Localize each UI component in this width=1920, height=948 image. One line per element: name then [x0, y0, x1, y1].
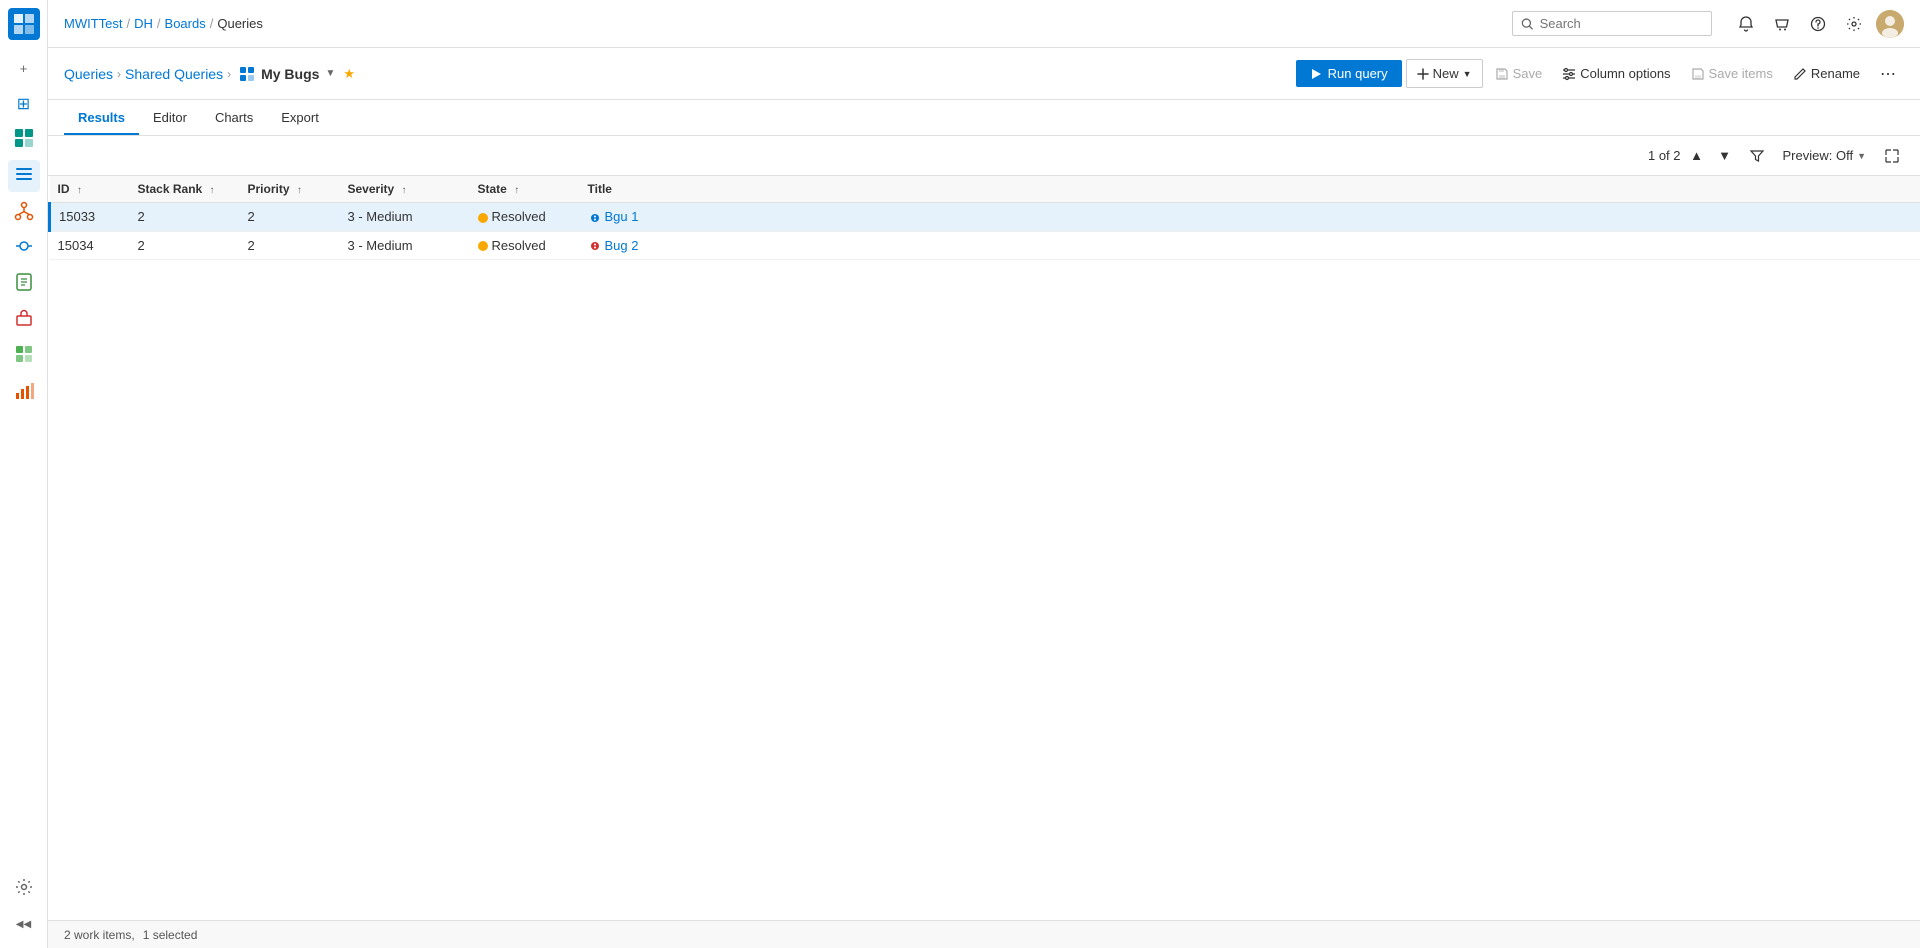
- sidebar-item-overview[interactable]: ⊞: [8, 88, 40, 120]
- help-button[interactable]: [1804, 10, 1832, 38]
- save-items-icon: [1691, 67, 1705, 81]
- breadcrumb-queries: Queries: [217, 16, 263, 31]
- filter-button[interactable]: [1745, 144, 1769, 168]
- cell-state: Resolved: [470, 203, 580, 232]
- sidebar-item-settings[interactable]: [8, 872, 40, 904]
- sidebar-item-analytics[interactable]: [8, 376, 40, 408]
- cell-severity: 3 - Medium: [340, 203, 470, 232]
- rename-icon: [1793, 67, 1807, 81]
- notifications-button[interactable]: [1732, 10, 1760, 38]
- tab-results[interactable]: Results: [64, 102, 139, 135]
- search-box[interactable]: [1512, 11, 1712, 36]
- pager-text: 1 of 2: [1648, 148, 1681, 163]
- save-button[interactable]: Save: [1487, 60, 1551, 87]
- boards-icon: [239, 66, 255, 82]
- save-items-button[interactable]: Save items: [1683, 60, 1781, 87]
- header-actions: Run query New ▼ Save Column options: [1296, 59, 1904, 88]
- cell-stack-rank: 2: [130, 231, 240, 260]
- pager-down-button[interactable]: ▼: [1713, 144, 1737, 168]
- table-row[interactable]: 15033223 - MediumResolvedBgu 1: [50, 203, 1920, 232]
- breadcrumb-boards[interactable]: Boards: [165, 16, 206, 31]
- content-area: Queries › Shared Queries › My Bugs ▼ ★ R…: [48, 48, 1920, 948]
- column-options-button[interactable]: Column options: [1554, 60, 1678, 87]
- rename-button[interactable]: Rename: [1785, 60, 1868, 87]
- breadcrumb-mwitTest[interactable]: MWITTest: [64, 16, 123, 31]
- new-plus-icon: [1417, 68, 1429, 80]
- preview-caret: ▼: [1857, 151, 1866, 161]
- sidebar-item-pipelines[interactable]: [8, 232, 40, 264]
- col-title[interactable]: Title: [580, 176, 1920, 203]
- col-stack-rank[interactable]: Stack Rank ↑: [130, 176, 240, 203]
- column-options-icon: [1562, 67, 1576, 81]
- sidebar-item-collapse[interactable]: ◀◀: [8, 908, 40, 940]
- user-avatar[interactable]: [1876, 10, 1904, 38]
- sidebar-item-artifacts[interactable]: [8, 304, 40, 336]
- cell-priority: 2: [240, 203, 340, 232]
- tab-editor[interactable]: Editor: [139, 102, 201, 135]
- status-bar: 2 work items, 1 selected: [48, 920, 1920, 948]
- query-title: My Bugs ▼: [239, 66, 335, 82]
- sidebar-item-boards[interactable]: [8, 124, 40, 156]
- col-state[interactable]: State ↑: [470, 176, 580, 203]
- cell-title[interactable]: Bgu 1: [580, 203, 1920, 232]
- breadcrumb-dh[interactable]: DH: [134, 16, 153, 31]
- pager: 1 of 2 ▲ ▼: [1648, 144, 1737, 168]
- new-caret[interactable]: ▼: [1463, 69, 1472, 79]
- breadcrumb: MWITTest / DH / Boards / Queries: [64, 16, 263, 31]
- tab-export[interactable]: Export: [267, 102, 333, 135]
- preview-toggle[interactable]: Preview: Off ▼: [1777, 144, 1872, 167]
- pager-up-button[interactable]: ▲: [1685, 144, 1709, 168]
- topbar: MWITTest / DH / Boards / Queries: [48, 0, 1920, 48]
- tab-charts[interactable]: Charts: [201, 102, 267, 135]
- query-breadcrumb: Queries › Shared Queries ›: [64, 66, 231, 82]
- basket-button[interactable]: [1768, 10, 1796, 38]
- query-name: My Bugs: [261, 66, 319, 82]
- sidebar: + ⊞: [0, 0, 48, 948]
- new-button[interactable]: New ▼: [1406, 59, 1483, 88]
- col-priority[interactable]: Priority ↑: [240, 176, 340, 203]
- cell-id: 15034: [50, 231, 130, 260]
- cell-priority: 2: [240, 231, 340, 260]
- col-severity[interactable]: Severity ↑: [340, 176, 470, 203]
- cell-severity: 3 - Medium: [340, 231, 470, 260]
- settings-button[interactable]: [1840, 10, 1868, 38]
- add-project-button[interactable]: +: [8, 52, 40, 84]
- bc-queries[interactable]: Queries: [64, 66, 113, 82]
- run-query-button[interactable]: Run query: [1296, 60, 1402, 87]
- save-icon: [1495, 67, 1509, 81]
- sidebar-item-extensions[interactable]: [8, 340, 40, 372]
- table-header-row: ID ↑ Stack Rank ↑ Priority ↑ Severity ↑: [50, 176, 1920, 203]
- table-area: ID ↑ Stack Rank ↑ Priority ↑ Severity ↑: [48, 176, 1920, 920]
- cell-title[interactable]: Bug 2: [580, 231, 1920, 260]
- topbar-icons: [1732, 10, 1904, 38]
- query-name-caret[interactable]: ▼: [325, 68, 335, 79]
- sidebar-item-work-items[interactable]: [8, 160, 40, 192]
- results-table: ID ↑ Stack Rank ↑ Priority ↑ Severity ↑: [48, 176, 1920, 260]
- toolbar-row: 1 of 2 ▲ ▼ Preview: Off ▼: [48, 136, 1920, 176]
- sidebar-item-test-plans[interactable]: [8, 268, 40, 300]
- run-icon: [1310, 68, 1322, 80]
- sidebar-item-repos[interactable]: [8, 196, 40, 228]
- expand-button[interactable]: [1880, 144, 1904, 168]
- selected-count: 1 selected: [143, 928, 198, 942]
- items-count: 2 work items,: [64, 928, 135, 942]
- tabs: Results Editor Charts Export: [48, 100, 1920, 136]
- bc-shared-queries[interactable]: Shared Queries: [125, 66, 223, 82]
- app-logo[interactable]: [8, 8, 40, 40]
- query-header: Queries › Shared Queries › My Bugs ▼ ★ R…: [48, 48, 1920, 100]
- table-row[interactable]: 15034223 - MediumResolvedBug 2: [50, 231, 1920, 260]
- main-area: MWITTest / DH / Boards / Queries: [48, 0, 1920, 948]
- search-icon: [1521, 17, 1534, 31]
- preview-label: Preview: Off: [1783, 148, 1854, 163]
- more-options-button[interactable]: ⋯: [1872, 60, 1904, 88]
- cell-id: 15033: [50, 203, 130, 232]
- col-id[interactable]: ID ↑: [50, 176, 130, 203]
- cell-stack-rank: 2: [130, 203, 240, 232]
- favorite-star[interactable]: ★: [343, 66, 355, 82]
- search-input[interactable]: [1540, 16, 1703, 31]
- cell-state: Resolved: [470, 231, 580, 260]
